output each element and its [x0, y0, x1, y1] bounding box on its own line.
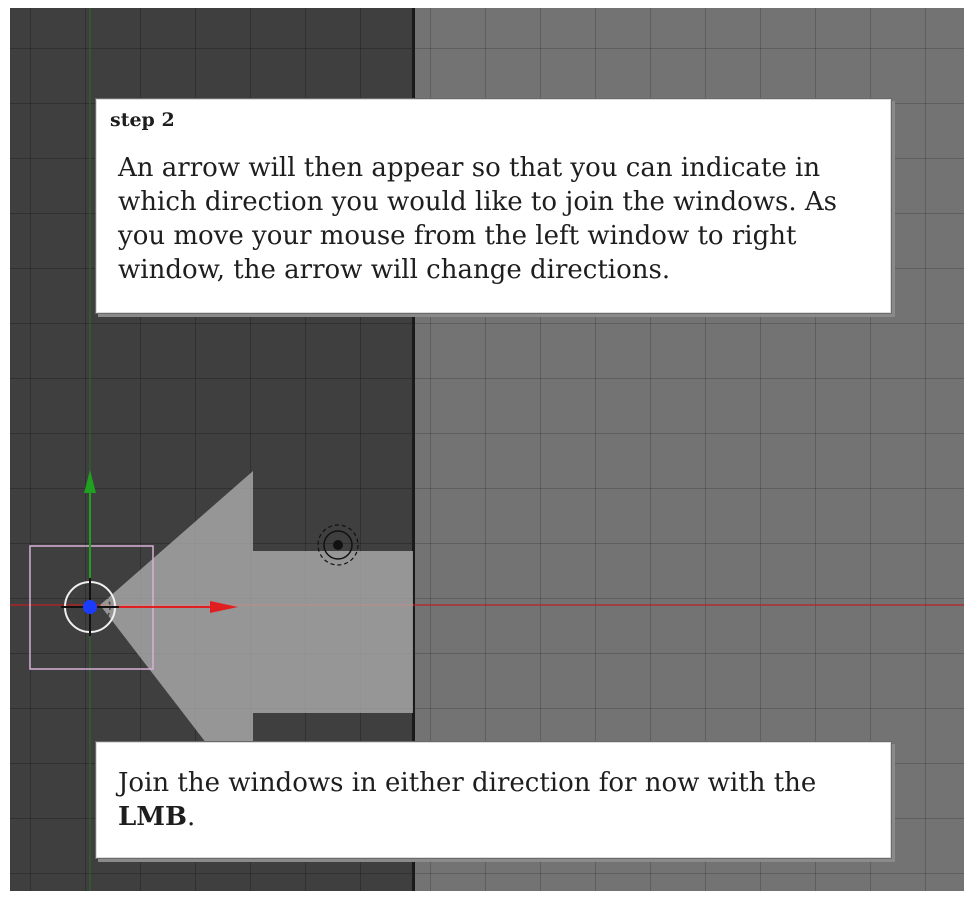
y-axis-arrowhead [84, 470, 96, 493]
object-origin-icon[interactable] [61, 578, 119, 636]
step-2-callout: step 2 An arrow will then appear so that… [95, 98, 892, 314]
join-instructions: Join the windows in either direction for… [118, 766, 878, 834]
join-text-main: Join the windows in either direction for… [118, 768, 817, 798]
lmb-label: LMB [118, 802, 188, 832]
step-label: step 2 [110, 109, 175, 131]
join-callout: Join the windows in either direction for… [95, 741, 892, 859]
step-2-instructions: An arrow will then appear so that you ca… [118, 153, 838, 285]
join-text-end: . [187, 802, 196, 832]
join-direction-arrow[interactable] [100, 471, 413, 748]
